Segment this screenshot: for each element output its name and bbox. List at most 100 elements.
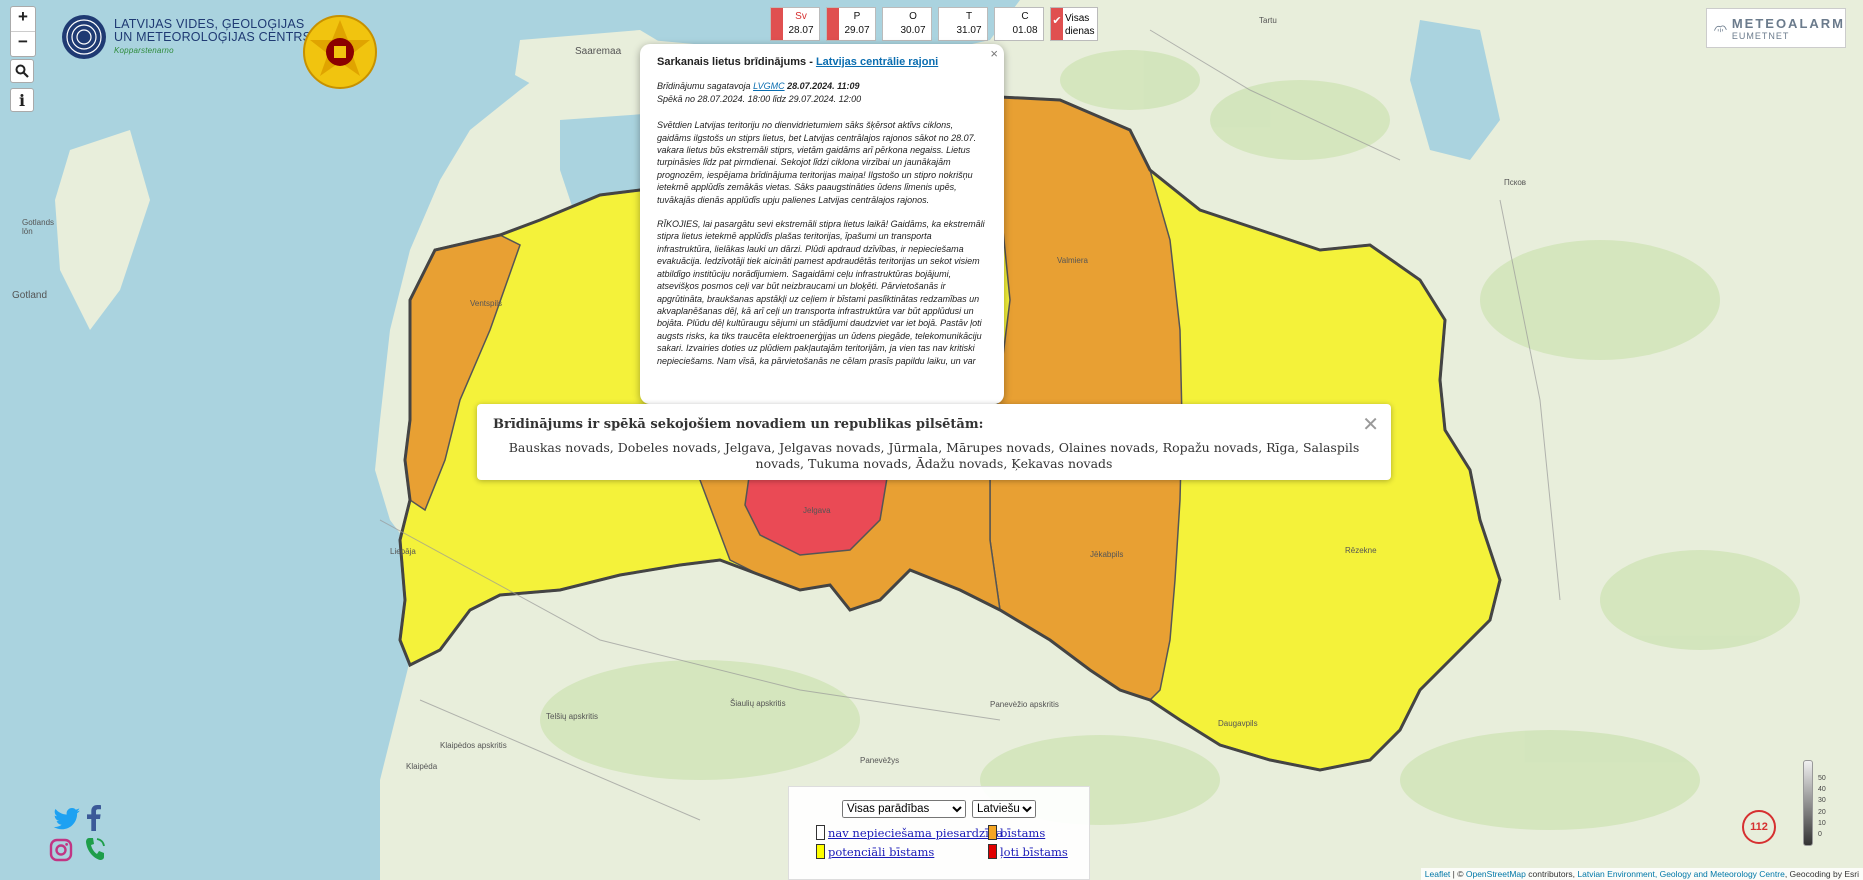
map-label-rezekne: Rēzekne (1345, 546, 1377, 555)
opacity-slider[interactable] (1803, 760, 1813, 846)
popup-close-button[interactable]: × (990, 46, 998, 61)
attr-end: , Geocoding by Esri (1784, 869, 1859, 879)
meteoalarm-title: METEOALARM (1731, 15, 1845, 31)
day-button-t[interactable]: T 31.07 (938, 7, 988, 41)
map-label-daugavpils: Daugavpils (1218, 719, 1258, 728)
lvgmc-attr-link[interactable]: Latvian Environment, Geology and Meteoro… (1577, 869, 1784, 879)
lvgmc-sub: Kopparstenarno (114, 45, 174, 55)
map-label-saaremaa: Saaremaa (575, 46, 622, 57)
legend-item-dangerous[interactable]: bīstams (988, 825, 1045, 840)
warning-popup[interactable]: × Sarkanais lietus brīdinājums - Latvija… (640, 44, 1004, 404)
popup-title-prefix: Sarkanais lietus brīdinājums - (657, 56, 816, 68)
legend-label[interactable]: ļoti bīstams (1000, 845, 1068, 859)
osm-link[interactable]: OpenStreetMap (1466, 869, 1526, 879)
map-attribution: Leaflet | © OpenStreetMap contributors, … (1420, 868, 1863, 880)
fire-rescue-emblem-icon (303, 15, 377, 89)
day-flag (883, 8, 895, 40)
map-label-pskov: Псков (1504, 178, 1527, 187)
prepared-prefix: Brīdinājumu sagatavoja (657, 81, 754, 92)
lvgmc-link[interactable]: LVGMC (753, 81, 785, 91)
zoom-out-button[interactable]: − (11, 31, 35, 56)
popup-advice: RĪKOJIES, lai pasargātu sevi ekstremāli … (657, 219, 985, 366)
day-abbr: O (909, 11, 917, 22)
tick-label: 0 (1818, 831, 1822, 839)
swatch-yellow (816, 844, 825, 859)
legend-item-potential[interactable]: potenciāli bīstams (816, 844, 934, 859)
language-select[interactable]: Latviešu (972, 800, 1036, 818)
lvgmc-name-line2: UN METEOROLOĢIJAS CENTRS (114, 29, 312, 44)
meteoalarm-sub: EUMETNET (1731, 30, 1790, 41)
tick-label: 30 (1818, 797, 1826, 805)
search-icon (15, 64, 29, 78)
map-label-valmiera: Valmiera (1057, 256, 1088, 265)
popup-title: Sarkanais lietus brīdinājums - Latvijas … (657, 56, 987, 68)
emergency-112-button[interactable]: 112 (1742, 810, 1776, 844)
day-flag (995, 8, 1007, 40)
day-button-p[interactable]: P 29.07 (826, 7, 876, 41)
instagram-icon[interactable] (49, 838, 73, 862)
legend-label[interactable]: nav nepieciešama piesardzība (828, 826, 1003, 840)
day-date: 28.07 (788, 25, 814, 36)
meteoalarm-logo[interactable]: METEOALARM EUMETNET (1706, 8, 1846, 48)
day-button-o[interactable]: O 30.07 (882, 7, 932, 41)
zoom-control: + − (10, 6, 36, 57)
notice-body: Bauskas novads, Dobeles novads, Jelgava,… (508, 440, 1360, 471)
popup-valid: Spēkā no 28.07.2024. 18:00 līdz 29.07.20… (657, 93, 862, 104)
map-label-siauliu: Šiaulių apskritis (730, 699, 786, 708)
legend-label[interactable]: bīstams (1000, 826, 1045, 840)
tick-label: 40 (1818, 786, 1826, 794)
day-selector: Sv 28.07 P 29.07 O 30.07 T 31.07 C 01.08 ✔ Vi… (770, 7, 1098, 41)
day-flag (827, 8, 839, 40)
day-abbr: C (1021, 11, 1029, 22)
attr-mid: contributors, (1525, 869, 1578, 879)
phone-icon[interactable] (84, 836, 106, 862)
day-flag (771, 8, 783, 40)
facebook-icon[interactable] (87, 805, 101, 831)
slider-ticks: 50 40 30 20 10 0 (1818, 773, 1826, 840)
legend-label[interactable]: potenciāli bīstams (828, 845, 934, 859)
swatch-orange (988, 825, 997, 840)
swatch-red (988, 844, 997, 859)
map-label-jekabpils: Jēkabpils (1090, 550, 1124, 559)
day-flag (939, 8, 951, 40)
day-abbr: T (965, 11, 973, 22)
legend-item-none[interactable]: nav nepieciešama piesardzība (816, 825, 1003, 840)
map-label-gotlands: Gotlands lön (22, 218, 55, 236)
notice-close-button[interactable]: ✕ (1362, 412, 1379, 436)
map-label-liepaja: Liepāja (390, 547, 416, 556)
swatch-white (816, 825, 825, 840)
day-date: 29.07 (844, 25, 870, 36)
legend-item-very-dangerous[interactable]: ļoti bīstams (988, 844, 1068, 859)
zoom-in-button[interactable]: + (11, 7, 35, 31)
lvgmc-emblem-icon (62, 15, 106, 59)
tick-label: 10 (1818, 819, 1826, 827)
map-label-gotland: Gotland (12, 290, 48, 301)
lvgmc-name-line1: LATVIJAS VIDES, ĢEOLOĢIJAS (114, 16, 305, 31)
day-button-sv[interactable]: Sv 28.07 (770, 7, 820, 41)
meteoalarm-icon (1714, 25, 1727, 33)
search-button[interactable] (10, 59, 34, 83)
leaflet-link[interactable]: Leaflet (1425, 869, 1451, 879)
popup-prepared: Brīdinājumu sagatavoja LVGMC 28.07.2024.… (657, 80, 987, 92)
lvgmc-logo[interactable]: LATVIJAS VIDES, ĢEOLOĢIJAS UN METEOROLOĢ… (60, 12, 311, 62)
map-label-panevezio: Panevėžio apskritis (990, 700, 1059, 709)
tick-label: 50 (1818, 775, 1826, 782)
all-days-toggle[interactable]: ✔ Visas dienas (1050, 7, 1098, 41)
emergency-number: 112 (1750, 821, 1768, 833)
all-days-label-2: dienas (1065, 26, 1095, 37)
info-button[interactable]: i (10, 88, 34, 112)
tick-label: 20 (1818, 808, 1826, 816)
check-icon: ✔ (1051, 8, 1063, 40)
region-link[interactable]: Latvijas centrālie rajoni (816, 56, 938, 68)
map-label-klaipeda: Klaipėda (406, 762, 438, 771)
attr-sep: | © (1450, 869, 1466, 879)
legend-panel: Visas parādības Latviešu nav nepieciešam… (788, 786, 1090, 880)
prepared-date: 28.07.2024. 11:09 (784, 81, 860, 92)
day-button-c[interactable]: C 01.08 (994, 7, 1044, 41)
day-date: 01.08 (1012, 25, 1038, 36)
phenomenon-select[interactable]: Visas parādības (842, 800, 966, 818)
day-date: 31.07 (956, 25, 982, 36)
twitter-icon[interactable] (53, 808, 81, 830)
day-date: 30.07 (900, 25, 926, 36)
map-label-telsiu: Telšių apskritis (546, 712, 599, 721)
